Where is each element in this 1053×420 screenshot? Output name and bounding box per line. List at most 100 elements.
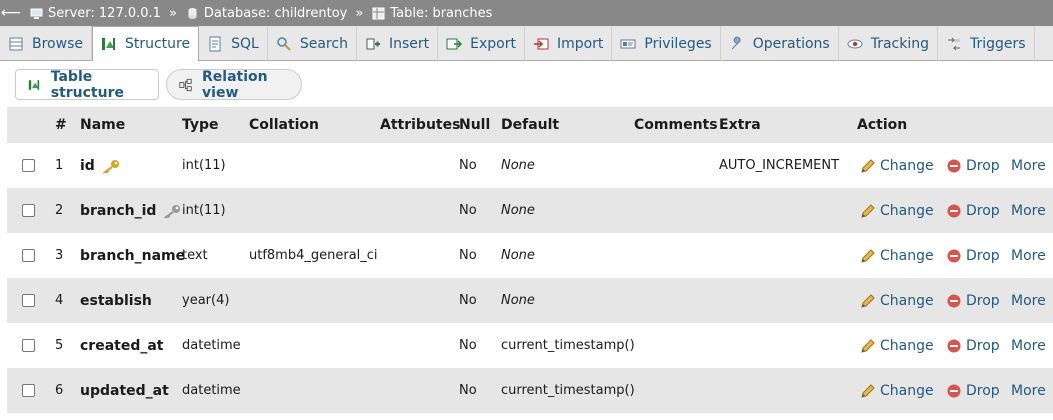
tab-triggers[interactable]: Triggers [938, 26, 1035, 61]
cell-name-text[interactable]: establish [80, 293, 152, 309]
row-checkbox[interactable] [22, 339, 35, 352]
row-checkbox[interactable] [22, 249, 35, 262]
cell-name-text[interactable]: branch_id [80, 203, 156, 219]
drop-icon [947, 384, 961, 397]
col-header-collation[interactable]: Collation [249, 107, 319, 143]
row-checkbox[interactable] [22, 204, 35, 217]
more-button[interactable]: More [1011, 368, 1046, 413]
structure-icon [101, 38, 115, 50]
cell-type: int(11) [182, 143, 226, 188]
col-header-type[interactable]: Type [182, 107, 219, 143]
tab-sql[interactable]: SQL [199, 26, 268, 61]
drop-button-label: Drop [966, 337, 1000, 354]
subtab-relation-view[interactable]: Relation view [166, 68, 302, 101]
cell-num-text: 1 [55, 158, 64, 173]
tab-privileges[interactable]: Privileges [612, 26, 721, 61]
more-button[interactable]: More [1011, 278, 1046, 323]
tab-operations-label: Operations [752, 35, 830, 52]
drop-button[interactable]: Drop [946, 143, 1000, 188]
database-icon [188, 7, 197, 19]
change-button[interactable]: Change [860, 188, 934, 233]
tab-browse[interactable]: Browse [0, 26, 92, 61]
tab-tracking[interactable]: Tracking [839, 26, 938, 61]
tab-import[interactable]: Import [525, 26, 613, 61]
subtab-table-structure[interactable]: Table structure [15, 69, 159, 101]
cell-name: id [80, 143, 121, 188]
row-checkbox-cell [22, 143, 35, 188]
table-row: 5 created_at datetime No current_timestamp()… [7, 323, 1053, 368]
tab-insert[interactable]: Insert [357, 26, 439, 61]
more-button-label: More [1011, 157, 1046, 174]
subtab-relation-view-label: Relation view [202, 68, 268, 101]
cell-default: None [501, 278, 535, 323]
tab-export-label: Export [470, 35, 516, 52]
more-button-label: More [1011, 202, 1046, 219]
change-button[interactable]: Change [860, 278, 934, 323]
tab-sql-label: SQL [231, 35, 259, 52]
breadcrumb-table[interactable]: Table: branches [372, 6, 492, 21]
col-header-null[interactable]: Null [459, 107, 490, 143]
breadcrumb-database[interactable]: Database: childrentoy [186, 6, 347, 21]
cell-default: current_timestamp() [501, 368, 635, 413]
cell-null-text: No [459, 248, 477, 263]
structure-icon [28, 79, 40, 90]
drop-button[interactable]: Drop [946, 188, 1000, 233]
back-arrow-icon[interactable]: ⟵ [0, 0, 22, 26]
row-checkbox-cell [22, 188, 35, 233]
col-header-attributes[interactable]: Attributes [380, 107, 460, 143]
tab-triggers-label: Triggers [970, 35, 1026, 52]
tab-search[interactable]: Search [268, 26, 357, 61]
change-button[interactable]: Change [860, 233, 934, 278]
cell-name-text[interactable]: created_at [80, 338, 164, 354]
cell-num-text: 6 [55, 383, 64, 398]
drop-icon [947, 294, 961, 307]
drop-button[interactable]: Drop [946, 368, 1000, 413]
change-button-label: Change [880, 292, 934, 309]
table-icon [372, 7, 385, 19]
more-button[interactable]: More [1011, 323, 1046, 368]
col-header-default[interactable]: Default [501, 107, 559, 143]
change-button[interactable]: Change [860, 143, 934, 188]
col-header-name[interactable]: Name [80, 107, 125, 143]
cell-name-text[interactable]: id [80, 158, 95, 174]
triggers-icon [948, 37, 960, 50]
breadcrumb-separator: » [355, 5, 364, 21]
tab-operations[interactable]: Operations [721, 26, 839, 61]
change-button[interactable]: Change [860, 368, 934, 413]
col-header-comments[interactable]: Comments [634, 107, 718, 143]
breadcrumb: ⟵ Server: 127.0.0.1 » Database: children… [0, 0, 1053, 26]
cell-name-text[interactable]: branch_name [80, 248, 185, 264]
pencil-icon [861, 248, 875, 263]
tab-export[interactable]: Export [438, 26, 525, 61]
drop-button[interactable]: Drop [946, 323, 1000, 368]
tab-insert-label: Insert [388, 35, 430, 52]
row-checkbox[interactable] [22, 159, 35, 172]
drop-button[interactable]: Drop [946, 233, 1000, 278]
cell-default: None [501, 143, 535, 188]
tab-structure[interactable]: Structure [91, 26, 200, 62]
breadcrumb-server-label: Server: 127.0.0.1 [48, 5, 161, 21]
change-button-label: Change [880, 337, 934, 354]
cell-num: 4 [55, 278, 63, 323]
pencil-icon [861, 383, 875, 398]
table-row: 6 updated_at datetime No current_timestamp()… [7, 368, 1053, 413]
more-button[interactable]: More [1011, 233, 1046, 278]
cell-null: No [459, 233, 477, 278]
cell-null: No [459, 188, 477, 233]
row-checkbox[interactable] [22, 294, 35, 307]
more-button[interactable]: More [1011, 188, 1046, 233]
more-button[interactable]: More [1011, 143, 1046, 188]
drop-icon [947, 249, 961, 262]
col-header-extra[interactable]: Extra [719, 107, 761, 143]
cell-name-text[interactable]: updated_at [80, 383, 169, 399]
more-button-label: More [1011, 337, 1046, 354]
change-button[interactable]: Change [860, 323, 934, 368]
cell-default-text: None [501, 248, 535, 263]
cell-type-text: datetime [182, 338, 241, 353]
search-icon [277, 36, 291, 51]
insert-icon [366, 38, 380, 49]
breadcrumb-server[interactable]: Server: 127.0.0.1 [30, 6, 161, 21]
row-checkbox[interactable] [22, 384, 35, 397]
drop-button[interactable]: Drop [946, 278, 1000, 323]
cell-extra-text: AUTO_INCREMENT [719, 158, 840, 173]
